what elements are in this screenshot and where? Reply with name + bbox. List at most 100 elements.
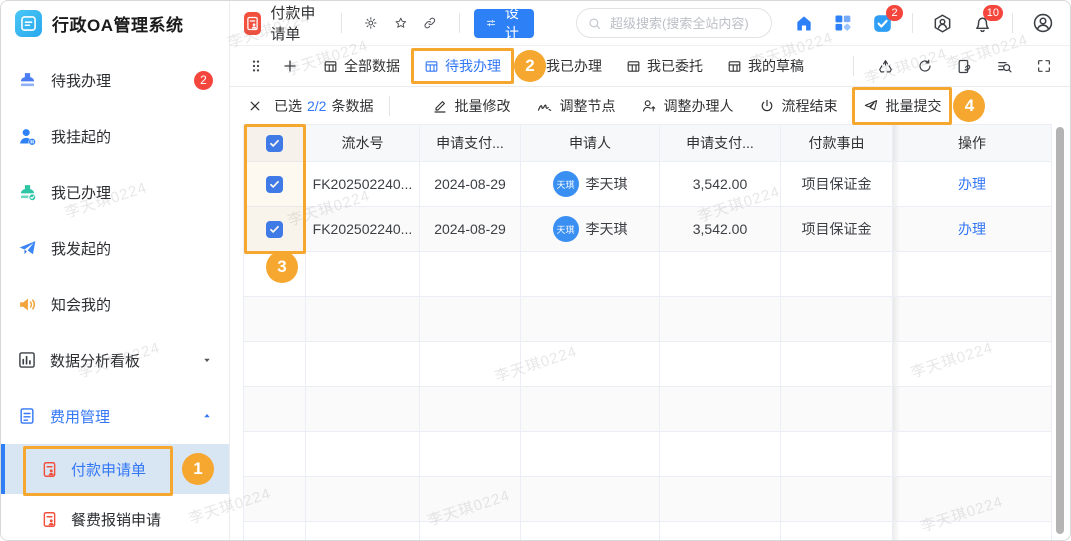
empty-cell bbox=[419, 521, 521, 540]
send-icon bbox=[863, 98, 879, 114]
amount-cell: 3,542.00 bbox=[659, 206, 781, 252]
column-header-applicant[interactable]: 申请人 bbox=[520, 124, 660, 162]
adjust-handler-button[interactable]: 调整办理人 bbox=[641, 96, 733, 116]
todo-check-icon[interactable]: 2 bbox=[872, 4, 903, 34]
empty-cell bbox=[305, 521, 420, 540]
row-select-cell bbox=[243, 206, 306, 252]
column-header-reason[interactable]: 付款事由 bbox=[780, 124, 893, 162]
empty-cell bbox=[520, 341, 660, 387]
empty-cell bbox=[892, 341, 1052, 387]
gear-icon[interactable] bbox=[364, 14, 378, 32]
table-grid-icon bbox=[727, 59, 742, 74]
search-icon bbox=[587, 16, 602, 31]
sliders-icon bbox=[486, 16, 496, 30]
check-icon bbox=[268, 137, 281, 150]
sidebar-item-label: 知会我的 bbox=[51, 296, 112, 314]
column-header-pay-amount[interactable]: 申请支付... bbox=[659, 124, 781, 162]
row-checkbox[interactable] bbox=[266, 220, 283, 238]
recycle-icon[interactable] bbox=[877, 58, 894, 75]
handle-link[interactable]: 办理 bbox=[958, 221, 986, 237]
signature-icon bbox=[536, 97, 553, 114]
tab-my-delegated[interactable]: 我已委托 bbox=[626, 56, 703, 76]
sidebar-item-initiated[interactable]: 我发起的 bbox=[1, 220, 229, 276]
home-icon[interactable] bbox=[794, 13, 814, 33]
sidebar-nav: 待我办理 2 我挂起的 我已办理 我发起的 知会我的 数据分析看板 费用管理 付… bbox=[1, 45, 229, 540]
table-row[interactable]: FK202502240... 2024-08-29 天琪 李天琪 3,542.00… bbox=[243, 206, 1052, 252]
search-input[interactable] bbox=[608, 14, 761, 32]
applicant-name: 李天琪 bbox=[585, 221, 628, 237]
data-table: 流水号 申请支付... 申请人 申请支付... 付款事由 操作 FK202502… bbox=[243, 124, 1052, 540]
empty-cell bbox=[659, 386, 781, 432]
refresh-icon[interactable] bbox=[917, 58, 933, 74]
batch-submit-button[interactable]: 批量提交 4 bbox=[852, 86, 986, 125]
divider bbox=[1012, 13, 1013, 33]
tab-my-drafts[interactable]: 我的草稿 bbox=[727, 56, 804, 76]
empty-cell bbox=[243, 341, 306, 387]
empty-cell bbox=[243, 386, 306, 432]
empty-cell bbox=[892, 431, 1052, 477]
workbench-icon[interactable] bbox=[932, 13, 953, 34]
clear-selection-icon[interactable] bbox=[248, 99, 262, 113]
table-grid-icon bbox=[323, 59, 338, 74]
filter-search-icon[interactable] bbox=[996, 58, 1013, 75]
empty-cell bbox=[243, 251, 306, 297]
sidebar-item-suspended[interactable]: 我挂起的 bbox=[1, 108, 229, 164]
sidebar-item-meal-reimburse[interactable]: 餐费报销申请 bbox=[1, 494, 229, 540]
batch-toolbar: 已选 2/2 条数据 批量修改 调整节点 调整办理人 流程结束 批量提交 4 bbox=[230, 86, 1070, 125]
operation-cell: 办理 bbox=[892, 206, 1052, 252]
avatar: 天琪 bbox=[552, 216, 579, 242]
sidebar-item-dashboard[interactable]: 数据分析看板 bbox=[1, 332, 229, 388]
view-tabbar: 全部数据 待我办理 2 我已办理 我已委托 我的草稿 bbox=[230, 46, 1070, 87]
design-button[interactable]: 设计 bbox=[473, 5, 534, 41]
apps-grid-icon[interactable] bbox=[833, 13, 853, 33]
tutorial-step1-marker: 1 bbox=[182, 453, 214, 485]
tab-my-done[interactable]: 我已办理 bbox=[525, 56, 602, 76]
topbar: 付款申请单 设计 2 bbox=[230, 1, 1070, 46]
column-header-serial[interactable]: 流水号 bbox=[305, 124, 420, 162]
handle-link[interactable]: 办理 bbox=[958, 176, 986, 192]
sidebar-item-notified[interactable]: 知会我的 bbox=[1, 276, 229, 332]
add-view-icon[interactable] bbox=[282, 58, 298, 74]
divider bbox=[389, 95, 391, 116]
table-vertical-scrollbar[interactable] bbox=[1056, 127, 1064, 534]
global-search[interactable] bbox=[576, 8, 772, 38]
link-icon[interactable] bbox=[423, 14, 437, 32]
empty-table-row bbox=[243, 431, 1052, 477]
divider bbox=[853, 56, 854, 76]
end-process-button[interactable]: 流程结束 bbox=[759, 96, 837, 116]
bell-icon[interactable]: 10 bbox=[972, 4, 1003, 34]
empty-cell bbox=[419, 251, 521, 297]
reason-cell: 项目保证金 bbox=[780, 206, 893, 252]
column-header-pay-date[interactable]: 申请支付... bbox=[419, 124, 521, 162]
sidebar-item-payment-request[interactable]: 付款申请单 1 bbox=[1, 444, 229, 496]
select-all-checkbox[interactable] bbox=[266, 134, 283, 152]
divider bbox=[458, 13, 460, 33]
row-checkbox[interactable] bbox=[266, 175, 283, 193]
main-area: 付款申请单 设计 2 bbox=[230, 1, 1070, 540]
grip-icon[interactable] bbox=[248, 58, 264, 74]
selected-prefix: 已选 bbox=[274, 97, 302, 114]
adjust-node-button[interactable]: 调整节点 bbox=[536, 96, 615, 116]
empty-cell bbox=[520, 251, 660, 297]
sidebar-item-todo[interactable]: 待我办理 2 bbox=[1, 52, 229, 108]
tab-all-data[interactable]: 全部数据 bbox=[323, 56, 400, 76]
todo-count-badge: 2 bbox=[194, 70, 213, 90]
star-icon[interactable] bbox=[394, 14, 408, 32]
sidebar-group-expense[interactable]: 费用管理 bbox=[1, 388, 229, 444]
data-table-area: 流水号 申请支付... 申请人 申请支付... 付款事由 操作 FK202502… bbox=[243, 124, 1064, 540]
avatar-icon[interactable] bbox=[1032, 12, 1054, 34]
tab-my-todo[interactable]: 待我办理 2 bbox=[411, 48, 546, 84]
operation-cell: 办理 bbox=[892, 161, 1052, 207]
table-grid-icon bbox=[424, 59, 439, 74]
serial-cell: FK202502240... bbox=[305, 161, 420, 207]
sidebar-item-done[interactable]: 我已办理 bbox=[1, 164, 229, 220]
table-grid-icon bbox=[626, 59, 641, 74]
batch-edit-button[interactable]: 批量修改 bbox=[432, 96, 510, 116]
empty-cell bbox=[659, 341, 781, 387]
empty-cell bbox=[520, 431, 660, 477]
doc-link-icon[interactable] bbox=[956, 58, 973, 75]
column-header-operation[interactable]: 操作 bbox=[892, 124, 1052, 162]
table-row[interactable]: FK202502240... 2024-08-29 天琪 李天琪 3,542.00… bbox=[243, 161, 1052, 207]
sidebar-item-label: 数据分析看板 bbox=[50, 352, 141, 370]
fullscreen-icon[interactable] bbox=[1036, 58, 1052, 74]
